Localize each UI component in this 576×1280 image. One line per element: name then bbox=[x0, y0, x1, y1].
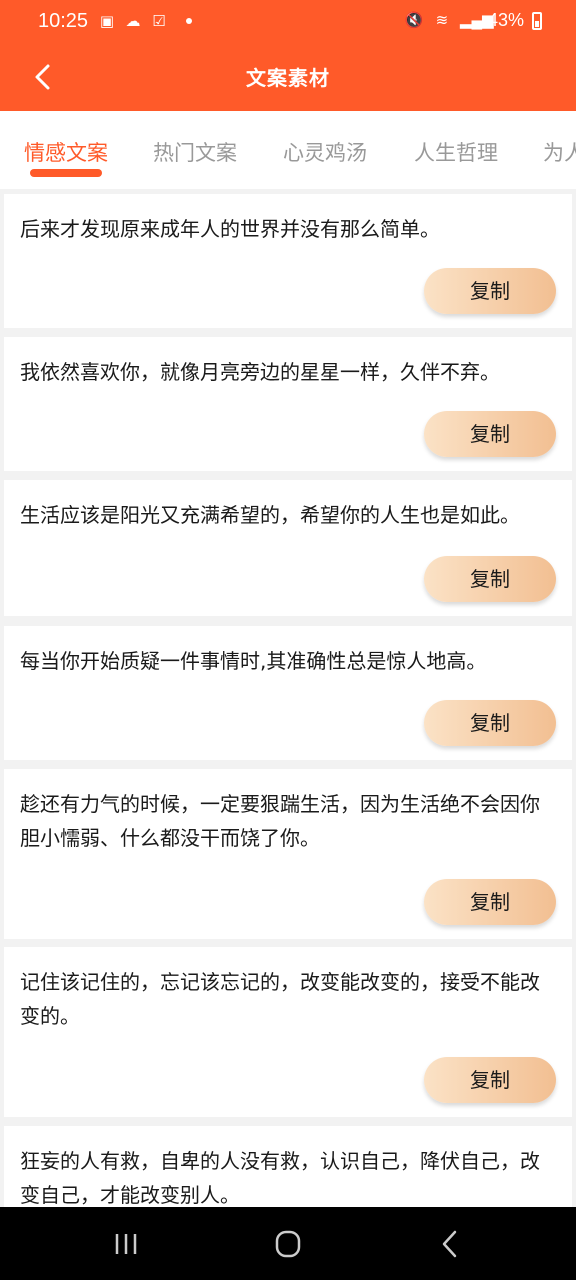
system-icons: 🔇 ≋ ▂▄▆ 43% bbox=[404, 10, 542, 31]
wifi-icon: ≋ bbox=[435, 11, 449, 29]
signal-icon: ▂▄▆ bbox=[459, 11, 494, 29]
home-button[interactable] bbox=[268, 1227, 308, 1261]
system-nav-bar bbox=[0, 1207, 576, 1280]
list-item: 我依然喜欢你，就像月亮旁边的星星一样，久伴不弃。 复制 bbox=[4, 337, 572, 471]
list-item: 狂妄的人有救，自卑的人没有救，认识自己，降伏自己，改变自己，才能改变别人。 bbox=[4, 1126, 572, 1207]
list-item: 趁还有力气的时候，一定要狠踹生活，因为生活绝不会因你胆小懦弱、什么都没干而饶了你… bbox=[4, 769, 572, 939]
copy-button[interactable]: 复制 bbox=[424, 268, 556, 314]
copy-button[interactable]: 复制 bbox=[424, 700, 556, 746]
back-icon bbox=[442, 1230, 457, 1258]
item-text: 趁还有力气的时候，一定要狠踹生活，因为生活绝不会因你胆小懦弱、什么都没干而饶了你… bbox=[20, 792, 540, 850]
battery-icon bbox=[532, 11, 542, 30]
tab-hot[interactable]: 热门文案 bbox=[153, 137, 237, 167]
tab-indicator bbox=[30, 169, 102, 177]
more-notifications-dot bbox=[186, 18, 192, 24]
home-icon bbox=[275, 1230, 301, 1258]
list-item: 记住该记住的，忘记该忘记的，改变能改变的，接受不能改变的。 复制 bbox=[4, 947, 572, 1117]
tab-chicken-soup[interactable]: 心灵鸡汤 bbox=[283, 137, 367, 167]
cloud-icon: ☁ bbox=[125, 12, 141, 30]
recents-button[interactable] bbox=[106, 1227, 146, 1261]
check-icon: ☑ bbox=[152, 12, 166, 30]
page-title: 文案素材 bbox=[246, 66, 330, 90]
item-text: 后来才发现原来成年人的世界并没有那么简单。 bbox=[20, 217, 440, 241]
status-time: 10:25 bbox=[38, 10, 89, 32]
copy-button[interactable]: 复制 bbox=[424, 879, 556, 925]
list-item: 生活应该是阳光又充满希望的，希望你的人生也是如此。 复制 bbox=[4, 480, 572, 616]
tab-philosophy[interactable]: 人生哲理 bbox=[414, 137, 498, 167]
header: 文案素材 bbox=[0, 46, 576, 111]
recents-icon bbox=[115, 1234, 137, 1254]
mute-icon: 🔇 bbox=[404, 11, 424, 29]
copy-button[interactable]: 复制 bbox=[424, 556, 556, 602]
list-item: 每当你开始质疑一件事情时,其准确性总是惊人地高。 复制 bbox=[4, 626, 572, 760]
app-bar: 10:25 ▣ ☁ ☑ 🔇 ≋ ▂▄▆ 43% 文案素材 bbox=[0, 0, 576, 111]
copy-button[interactable]: 复制 bbox=[424, 1057, 556, 1103]
tab-emotion[interactable]: 情感文案 bbox=[24, 137, 108, 167]
item-text: 记住该记住的，忘记该忘记的，改变能改变的，接受不能改变的。 bbox=[20, 970, 540, 1028]
tab-conduct[interactable]: 为人 bbox=[543, 137, 576, 167]
gallery-icon: ▣ bbox=[99, 12, 115, 30]
copy-list[interactable]: 后来才发现原来成年人的世界并没有那么简单。 复制 我依然喜欢你，就像月亮旁边的星… bbox=[0, 189, 576, 1207]
battery-percent: 43% bbox=[487, 10, 524, 30]
back-nav-button[interactable] bbox=[430, 1227, 470, 1261]
list-item: 后来才发现原来成年人的世界并没有那么简单。 复制 bbox=[4, 194, 572, 328]
item-text: 每当你开始质疑一件事情时,其准确性总是惊人地高。 bbox=[20, 649, 487, 673]
status-bar: 10:25 ▣ ☁ ☑ 🔇 ≋ ▂▄▆ 43% bbox=[0, 0, 576, 46]
item-text: 生活应该是阳光又充满希望的，希望你的人生也是如此。 bbox=[20, 503, 520, 527]
notification-icons: ▣ ☁ ☑ bbox=[98, 12, 192, 30]
copy-button[interactable]: 复制 bbox=[424, 411, 556, 457]
category-tabs: 情感文案 热门文案 心灵鸡汤 人生哲理 为人 bbox=[0, 111, 576, 189]
item-text: 狂妄的人有救，自卑的人没有救，认识自己，降伏自己，改变自己，才能改变别人。 bbox=[20, 1149, 540, 1207]
item-text: 我依然喜欢你，就像月亮旁边的星星一样，久伴不弃。 bbox=[20, 360, 500, 384]
